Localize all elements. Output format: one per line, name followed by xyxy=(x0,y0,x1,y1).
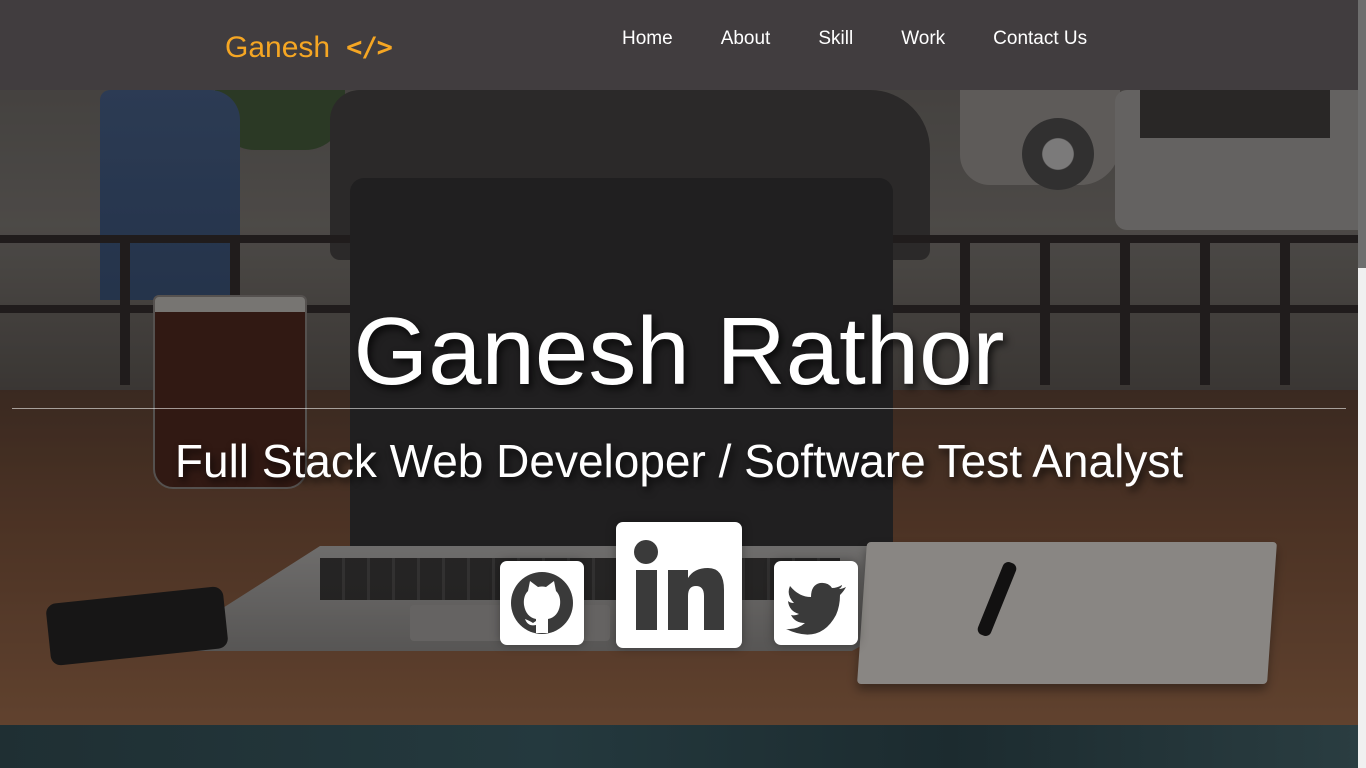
nav-link-contact-us[interactable]: Contact Us xyxy=(993,28,1087,50)
navbar: Ganesh </> Home About Skill Work Contact… xyxy=(0,0,1358,90)
scrollbar-thumb[interactable] xyxy=(1358,0,1366,268)
next-section-preview xyxy=(0,725,1358,768)
linkedin-icon xyxy=(634,540,724,630)
nav-menu: Home About Skill Work Contact Us xyxy=(622,28,1087,50)
twitter-icon xyxy=(786,582,846,635)
hero-divider xyxy=(12,408,1346,409)
brand-name: Ganesh xyxy=(225,31,331,64)
twitter-link[interactable] xyxy=(774,561,858,645)
brand-logo-link[interactable]: Ganesh </> xyxy=(225,30,393,66)
hero-title: Ganesh Rathor xyxy=(353,298,1005,405)
linkedin-link[interactable] xyxy=(616,522,742,648)
nav-link-home[interactable]: Home xyxy=(622,28,673,50)
nav-link-about[interactable]: About xyxy=(721,28,771,50)
hero-subtitle: Full Stack Web Developer / Software Test… xyxy=(174,435,1184,487)
hero-section: Ganesh Rathor Full Stack Web Developer /… xyxy=(0,90,1358,725)
github-icon xyxy=(511,572,573,634)
nav-link-work[interactable]: Work xyxy=(901,28,945,50)
github-link[interactable] xyxy=(500,561,584,645)
code-icon: </> xyxy=(346,32,393,63)
page-scrollbar[interactable] xyxy=(1358,0,1366,768)
nav-link-skill[interactable]: Skill xyxy=(818,28,853,50)
